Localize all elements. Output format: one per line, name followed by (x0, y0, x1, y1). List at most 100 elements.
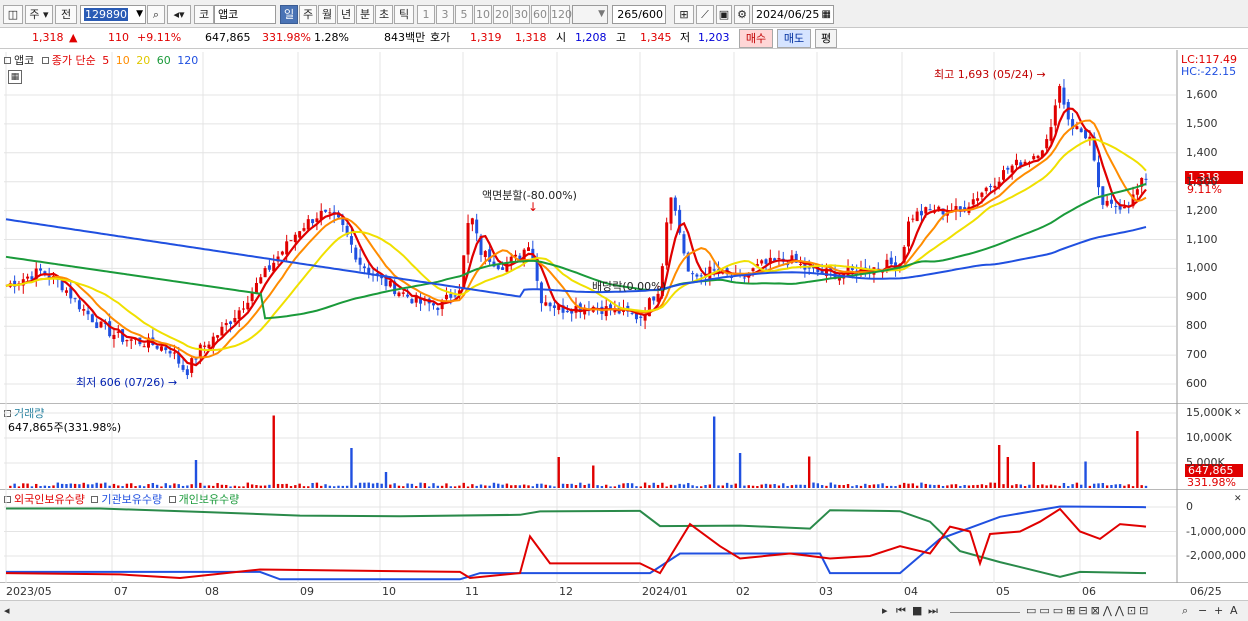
price-tick-label: 700 (1186, 348, 1207, 362)
interval-120[interactable]: 120 (550, 5, 572, 24)
market-label: 주 (29, 8, 40, 21)
close-panel-icon[interactable]: ✕ (1234, 405, 1242, 421)
interval-60[interactable]: 60 (531, 5, 549, 24)
interval-10[interactable]: 10 (474, 5, 492, 24)
interval-input[interactable]: ▼ (572, 5, 608, 24)
ma-legend-120: 120 (177, 54, 199, 67)
scroll-left-icon[interactable]: ◂ (4, 603, 10, 619)
save-icon[interactable]: ▣ (716, 5, 732, 24)
layout-icons[interactable]: ▭▭▭⊞⊟⊠⋀⋀⊡⊡ (1026, 603, 1151, 619)
interval-5[interactable]: 5 (455, 5, 473, 24)
name-input[interactable]: 앱코 (214, 5, 276, 24)
panel-toggle-icon[interactable] (4, 57, 11, 64)
holding-tick-label: -1,000,000 (1186, 524, 1246, 538)
zoom-in-icon[interactable]: + (1214, 603, 1223, 619)
price-tick-label: 1,200 (1186, 203, 1218, 217)
tab-minute[interactable]: 분 (356, 5, 374, 24)
calculator-icon[interactable]: ▦ (8, 70, 22, 84)
x-tick-label: 02 (736, 585, 750, 598)
holding-tick-label: -2,000,000 (1186, 549, 1246, 562)
ma-legend-prefix: 종가 단순 (51, 54, 96, 67)
chart-settings-icon[interactable]: ⊞ (674, 5, 694, 24)
type-label: 코 (194, 5, 214, 24)
low-annotation: 최저 606 (07/26) → (76, 374, 177, 390)
calendar-icon[interactable]: ▦ (822, 6, 831, 23)
low-price: 1,203 (698, 31, 730, 44)
high-annotation-text: 최고 1,693 (05/24) (934, 68, 1034, 81)
bid-label: 호가 (430, 31, 451, 44)
tab-day[interactable]: 일 (280, 5, 298, 24)
panel-toggle-icon[interactable] (4, 410, 11, 417)
count-value: 265 (617, 8, 639, 21)
panel-toggle-icon[interactable] (4, 496, 11, 503)
scroll-right-icon[interactable]: ▸ (882, 603, 888, 619)
panel-toggle-icon[interactable] (41, 57, 49, 64)
price-tick-label: 1,000 (1186, 261, 1218, 275)
buy-button[interactable]: 매수 (739, 29, 773, 48)
interval-1[interactable]: 1 (417, 5, 435, 24)
date-value: 2024/06/25 (756, 8, 820, 21)
tab-week[interactable]: 주 (299, 5, 317, 24)
interval-20[interactable]: 20 (493, 5, 511, 24)
panel-toggle-icon[interactable] (91, 496, 99, 503)
forward-icon[interactable]: ⏭ (928, 603, 938, 619)
price-tick-label: 600 (1186, 377, 1207, 390)
price-legend: 앱코 종가 단순 5 10 20 60 120 (4, 52, 198, 68)
eval-button[interactable]: 평 (815, 29, 837, 48)
tab-second[interactable]: 초 (375, 5, 393, 24)
interval-30[interactable]: 30 (512, 5, 530, 24)
speaker-icon[interactable]: ◂▾ (167, 5, 191, 24)
high-annotation: 최고 1,693 (05/24) → (934, 66, 1046, 82)
rewind-icon[interactable]: ⏮ (896, 603, 906, 619)
price-tick-label: 1,300 (1186, 174, 1218, 188)
draw-icon[interactable]: ⟋ (696, 5, 714, 24)
gear-icon[interactable]: ⚙ (734, 5, 750, 24)
stop-icon[interactable]: ■ (912, 603, 922, 619)
price-tick-label: 800 (1186, 319, 1207, 333)
hc-value: HC:-22.15 (1181, 65, 1237, 78)
volume-pct: 331.98% (262, 31, 311, 44)
split-arrow-icon: ↓ (528, 200, 539, 214)
volume-value: 647,865 (205, 31, 251, 44)
tab-tick[interactable]: 틱 (394, 5, 414, 24)
zoom-icon[interactable]: ⌕ (1182, 603, 1188, 619)
x-tick-label: 12 (559, 585, 573, 598)
ma-legend-5: 5 (102, 54, 110, 67)
x-tick-label: 2024/01 (642, 585, 688, 598)
font-size-icon[interactable]: A (1230, 603, 1238, 619)
ask-price: 1,319 (470, 31, 502, 44)
tab-month[interactable]: 월 (318, 5, 336, 24)
interval-3[interactable]: 3 (436, 5, 454, 24)
market-select[interactable]: 주 ▾ (25, 5, 53, 24)
prev-button[interactable]: 전 (55, 5, 77, 24)
tab-year[interactable]: 년 (337, 5, 355, 24)
sell-button[interactable]: 매도 (777, 29, 811, 48)
panel-toggle-icon[interactable] (168, 496, 176, 503)
bottom-scrollbar[interactable]: ◂ ▸ ⏮ ■ ⏭ ▭▭▭⊞⊟⊠⋀⋀⊡⊡ ⌕ − + A (0, 600, 1248, 621)
count-input[interactable]: 265/600 (612, 5, 666, 24)
code-input[interactable]: 129890 ▼ (80, 5, 146, 24)
close-panel-icon[interactable]: ✕ (1234, 491, 1242, 507)
institution-holding-label: 기관보유수량 (101, 493, 163, 506)
price-tick-label: 1,500 (1186, 116, 1218, 130)
individual-holding-label: 개인보유수량 (178, 493, 240, 506)
stock-name-label: 앱코 (14, 54, 35, 67)
high-price: 1,345 (640, 31, 672, 44)
x-tick-label: 07 (114, 585, 128, 598)
x-tick-label: 2023/05 (6, 585, 52, 598)
price-tick-label: 900 (1186, 290, 1207, 304)
name-value: 앱코 (218, 8, 239, 21)
ma-legend-60: 60 (156, 54, 171, 67)
x-tick-label: 04 (904, 585, 918, 598)
code-value: 129890 (84, 8, 128, 21)
zoom-out-icon[interactable]: − (1198, 603, 1207, 619)
date-input[interactable]: 2024/06/25 ▦ (752, 5, 834, 24)
search-icon[interactable]: ⌕ (147, 5, 165, 24)
x-tick-label: 06/25 (1190, 585, 1222, 598)
right-arrow-icon: → (168, 376, 178, 389)
x-tick-label: 03 (819, 585, 833, 598)
zoom-slider[interactable] (950, 603, 1020, 613)
trade-amount: 843백만 (384, 31, 426, 44)
layout-icon[interactable]: ◫ (3, 5, 23, 24)
holding-tick-label: 0 (1186, 500, 1193, 513)
